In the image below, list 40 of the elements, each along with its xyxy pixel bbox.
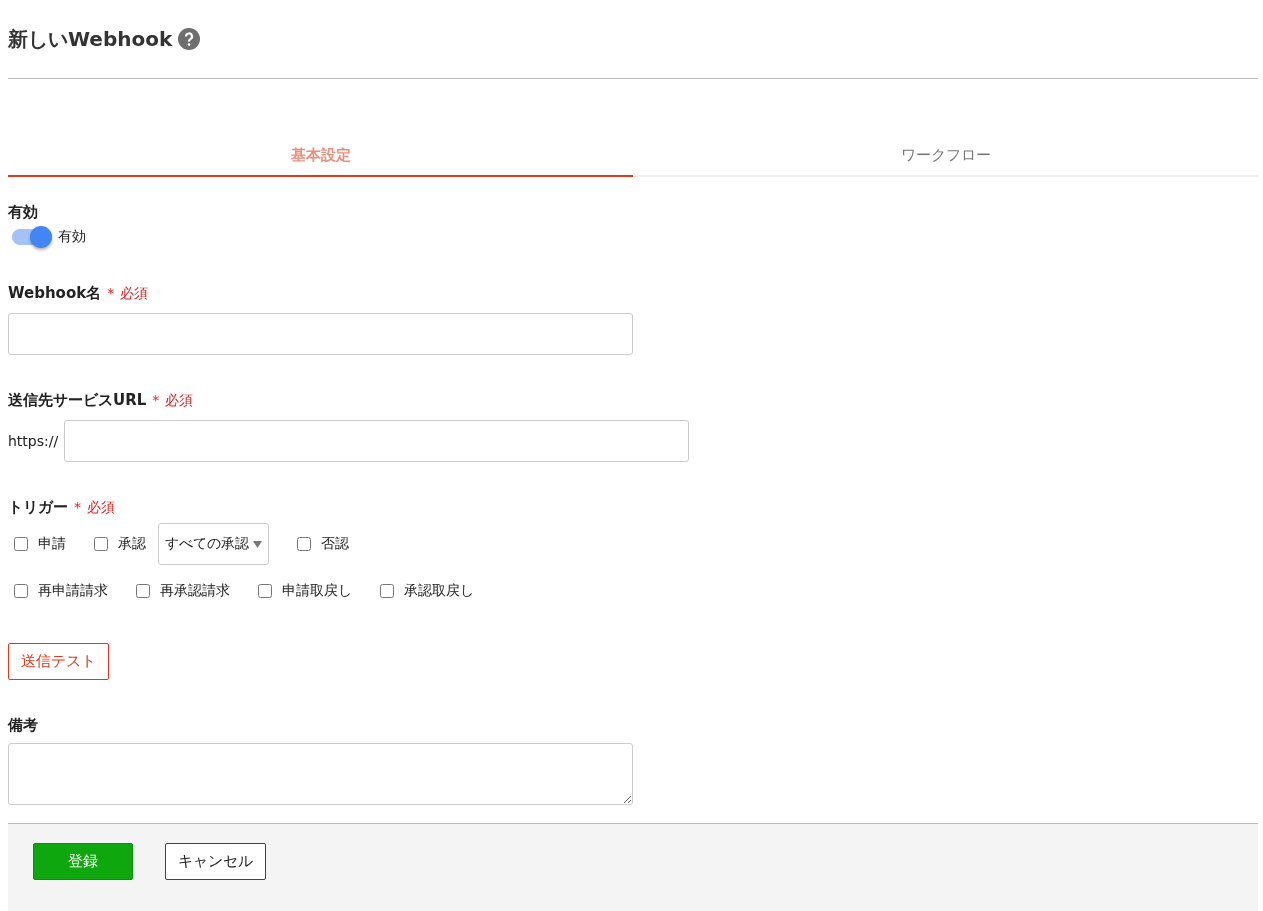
checkbox-label: 申請 bbox=[38, 535, 66, 553]
required-mark: * bbox=[107, 285, 115, 301]
required-text: 必須 bbox=[165, 392, 194, 410]
url-prefix: https:// bbox=[8, 433, 59, 449]
checkbox-label: 承認 bbox=[118, 535, 146, 553]
field-label: Webhook名 bbox=[8, 284, 102, 303]
checkbox-label: 否認 bbox=[321, 535, 349, 553]
required-mark: * bbox=[74, 499, 81, 515]
trigger-checkbox[interactable] bbox=[14, 584, 28, 598]
trigger-checkbox[interactable] bbox=[14, 537, 28, 551]
tab[interactable]: 基本設定 bbox=[8, 135, 633, 177]
required-text: 必須 bbox=[120, 285, 149, 303]
required-text: 必須 bbox=[87, 499, 115, 517]
checkbox-label: 再承認請求 bbox=[160, 582, 230, 600]
tab[interactable]: ワークフロー bbox=[633, 135, 1258, 177]
register-button[interactable]: 登録 bbox=[33, 843, 133, 880]
field-label: 送信先サービスURL bbox=[8, 391, 147, 410]
trigger-checkbox[interactable] bbox=[297, 537, 311, 551]
toggle-label: 有効 bbox=[58, 228, 86, 246]
help-icon[interactable] bbox=[178, 28, 201, 50]
caret-icon bbox=[253, 540, 262, 548]
field-label: 有効 bbox=[8, 203, 38, 222]
send-test-button[interactable]: 送信テスト bbox=[8, 643, 109, 680]
name-input[interactable] bbox=[8, 313, 633, 355]
trigger-checkbox[interactable] bbox=[94, 537, 108, 551]
toggle-switch[interactable] bbox=[12, 229, 52, 245]
cancel-button[interactable]: キャンセル bbox=[165, 843, 266, 880]
checkbox-label: 承認取戻し bbox=[404, 582, 474, 600]
checkbox-label: 再申請請求 bbox=[38, 582, 108, 600]
required-mark: * bbox=[152, 392, 160, 408]
checkbox-label: 申請取戻し bbox=[282, 582, 352, 600]
url-input[interactable] bbox=[64, 420, 690, 462]
approval-select[interactable]: すべての承認 bbox=[158, 523, 269, 565]
trigger-checkbox[interactable] bbox=[136, 584, 150, 598]
field-label: 備考 bbox=[8, 716, 38, 735]
toggle-knob[interactable] bbox=[30, 226, 52, 248]
trigger-checkbox[interactable] bbox=[258, 584, 272, 598]
page-title: 新しいWebhook bbox=[8, 25, 173, 53]
trigger-checkbox[interactable] bbox=[380, 584, 394, 598]
field-label: トリガー bbox=[8, 498, 68, 517]
